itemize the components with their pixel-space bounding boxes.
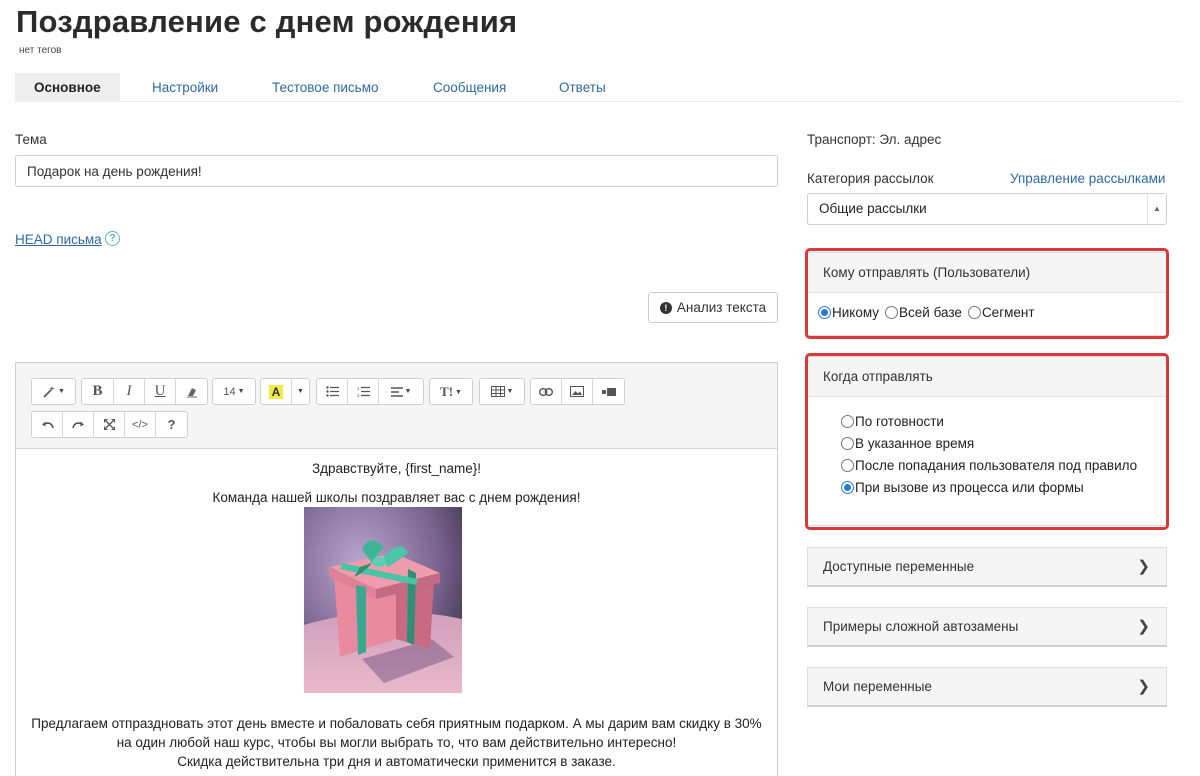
dropdown-arrow-icon: ▲ [1147, 194, 1166, 224]
offer-line-2: на один любой наш курс, чтобы вы могли в… [116, 735, 677, 750]
help-icon[interactable]: ? [105, 231, 120, 246]
tab-test-email[interactable]: Тестовое письмо [253, 73, 398, 102]
video-icon[interactable] [593, 379, 624, 404]
tab-replies[interactable]: Ответы [540, 73, 625, 102]
subject-label: Тема [15, 132, 47, 147]
analyze-text-button[interactable]: ! Анализ текста [648, 292, 778, 323]
greeting-text: Здравствуйте, {first_name}! [311, 461, 481, 476]
text-style-icon[interactable]: T! ▼ [430, 379, 472, 404]
underline-button[interactable]: U [145, 379, 176, 404]
chevron-right-icon: ❯ [1137, 678, 1150, 695]
italic-button[interactable]: I [114, 379, 145, 404]
tab-main[interactable]: Основное [15, 73, 120, 102]
tags-label: нет тегов [19, 45, 62, 56]
magic-wand-icon[interactable]: ▼ [32, 379, 75, 404]
image-icon[interactable] [562, 379, 593, 404]
recipients-highlight [805, 248, 1169, 339]
undo-icon[interactable] [32, 412, 63, 437]
transport-label: Транспорт: Эл. адрес [807, 132, 942, 147]
analyze-text-label: Анализ текста [676, 300, 767, 315]
redo-icon[interactable] [63, 412, 94, 437]
accordion-my-variables[interactable]: Мои переменные ❯ [807, 667, 1167, 707]
schedule-highlight [805, 353, 1169, 530]
bold-button[interactable]: B [82, 379, 114, 404]
help-button[interactable]: ? [156, 412, 187, 437]
link-icon[interactable] [531, 379, 562, 404]
editor-toolbar: ▼ B I U 14 ▼ A ▼ 12 ▼ T! ▼ ▼ </> ? [16, 363, 777, 449]
page-title: Поздравление с днем рождения [16, 4, 518, 39]
color-dropdown-icon[interactable]: ▼ [292, 379, 309, 404]
code-view-icon[interactable]: </> [125, 412, 156, 437]
category-label: Категория рассылок [807, 171, 934, 186]
svg-text:2: 2 [357, 393, 360, 397]
category-select[interactable]: Общие рассылки ▲ [807, 193, 1167, 225]
email-editor: ▼ B I U 14 ▼ A ▼ 12 ▼ T! ▼ ▼ </> ? Здрав… [15, 362, 778, 776]
table-icon[interactable]: ▼ [480, 379, 524, 404]
accordion-available-variables[interactable]: Доступные переменные ❯ [807, 547, 1167, 587]
fullscreen-icon[interactable] [94, 412, 125, 437]
tab-bar: Основное Настройки Тестовое письмо Сообщ… [15, 73, 1182, 102]
bullet-list-icon[interactable] [317, 379, 348, 404]
gift-image [304, 507, 462, 693]
info-icon: ! [659, 301, 672, 314]
chevron-right-icon: ❯ [1137, 618, 1150, 635]
subject-input[interactable] [15, 155, 778, 187]
offer-paragraph: Предлагаем отпраздновать этот день вмест… [16, 714, 777, 771]
align-icon[interactable]: ▼ [379, 379, 423, 404]
eraser-icon[interactable] [176, 379, 207, 404]
numbered-list-icon[interactable]: 12 [348, 379, 379, 404]
svg-text:1: 1 [357, 386, 360, 391]
category-value: Общие рассылки [819, 201, 927, 216]
font-size-dropdown[interactable]: 14 ▼ [213, 379, 255, 404]
offer-line-1: Предлагаем отпраздновать этот день вмест… [31, 716, 762, 731]
tab-messages[interactable]: Сообщения [414, 73, 525, 102]
offer-line-3: Скидка действительна три дня и автоматич… [177, 754, 616, 769]
chevron-right-icon: ❯ [1137, 558, 1150, 575]
accordion-label: Мои переменные [823, 679, 932, 694]
highlight-color-icon[interactable]: A [261, 379, 292, 404]
accordion-autoreplace-examples[interactable]: Примеры сложной автозамены ❯ [807, 607, 1167, 647]
congrats-text: Команда нашей школы поздравляет вас с дн… [212, 490, 581, 505]
head-link[interactable]: HEAD письма [15, 232, 102, 247]
accordion-label: Примеры сложной автозамены [823, 619, 1019, 634]
manage-mailings-link[interactable]: Управление рассылками [1010, 171, 1165, 186]
accordion-label: Доступные переменные [823, 559, 975, 574]
tab-settings[interactable]: Настройки [133, 73, 237, 102]
